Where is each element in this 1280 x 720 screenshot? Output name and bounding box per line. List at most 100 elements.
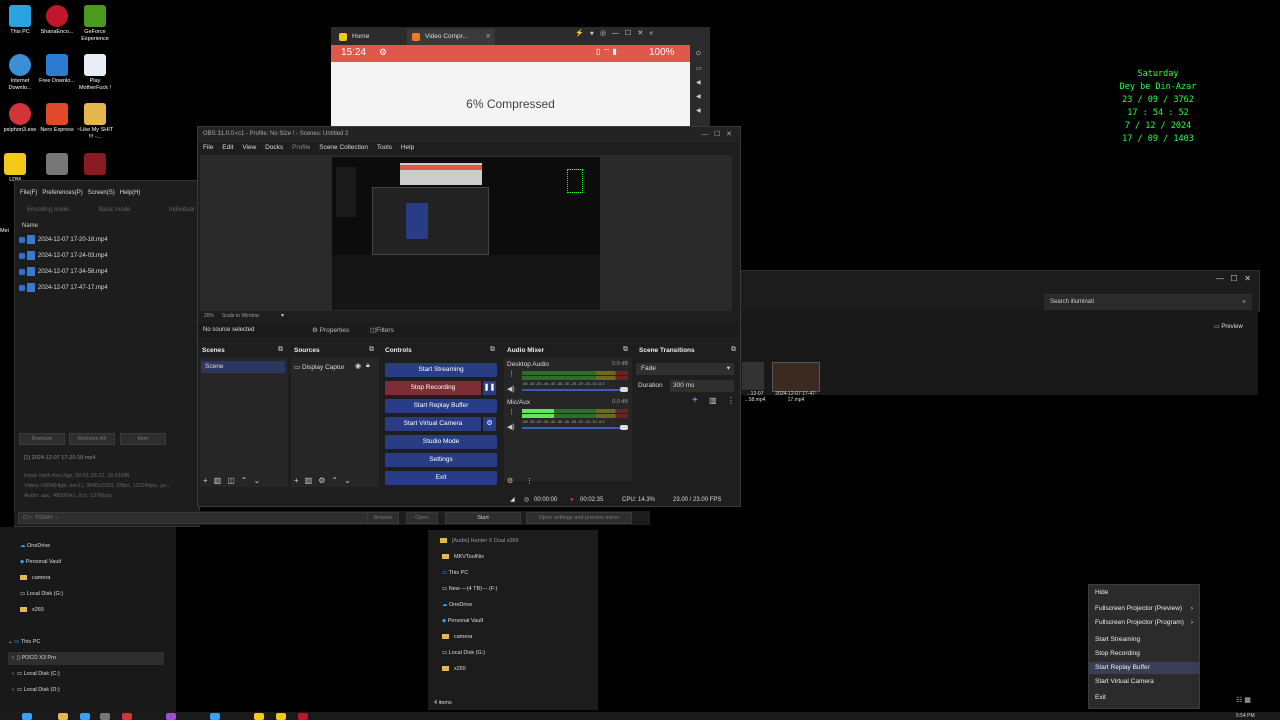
start-streaming-button[interactable]: Start Streaming <box>385 363 497 377</box>
video-thumbnail[interactable] <box>742 362 764 390</box>
desktop-icon-shanaencoder[interactable]: ShanaEnco... <box>37 5 77 36</box>
nav-item-x265[interactable]: x265 <box>20 607 44 613</box>
remove-all-button[interactable]: Remove All <box>69 433 115 445</box>
pause-icon[interactable]: ❚❚ <box>483 381 496 395</box>
menu-dots-icon[interactable]: ⋮ <box>508 408 515 416</box>
obs-preview[interactable] <box>200 155 732 311</box>
desktop-icon-app[interactable] <box>37 153 77 177</box>
menu-item-projector-preview[interactable]: Fullscreen Projector (Preview) › <box>1089 603 1199 615</box>
remove-button[interactable]: Remove <box>19 433 65 445</box>
undock-icon[interactable]: ⧉ <box>369 346 374 354</box>
close-icon[interactable]: ✕ <box>486 29 491 45</box>
mic-volume-slider[interactable] <box>522 427 628 429</box>
add-icon[interactable]: + <box>294 476 305 485</box>
menu-item-projector-program[interactable]: Fullscreen Projector (Program) › <box>1089 617 1199 629</box>
menu-item-start-virtual-camera[interactable]: Start Virtual Camera <box>1089 676 1199 688</box>
lock-icon[interactable]: 🔒︎ <box>366 362 370 370</box>
menu-help[interactable]: Help <box>401 144 414 151</box>
menu-dots-icon[interactable]: ⋮ <box>727 396 735 405</box>
menu-item-start-replay-buffer[interactable]: Start Replay Buffer <box>1089 662 1199 674</box>
nav-item[interactable]: ▭ This PC <box>442 570 468 576</box>
menu-preferences[interactable]: Preferences(P) <box>42 190 82 196</box>
app-icon[interactable] <box>298 713 308 720</box>
nav-item-local-g[interactable]: ▭ Local Disk (G:) <box>20 591 63 597</box>
nav-item-local-d[interactable]: › ▭ Local Disk (D:) <box>12 687 60 693</box>
open-settings-button[interactable]: Open settings and preview menu <box>526 512 632 524</box>
mixer-gear-icon[interactable]: ⚙ <box>507 477 513 485</box>
column-header-name[interactable]: Name <box>22 223 38 229</box>
app-icon[interactable] <box>276 713 286 720</box>
scene-item[interactable]: Scene <box>201 361 285 373</box>
undock-icon[interactable]: ⧉ <box>278 346 283 354</box>
menu-dots-icon[interactable]: ⋮ <box>508 370 515 378</box>
checkbox[interactable] <box>19 236 25 243</box>
desktop-icon-psiphon[interactable]: psiphon3.exe <box>0 103 40 134</box>
open-button[interactable]: Open <box>406 512 438 524</box>
gear-icon[interactable]: ⚙ <box>483 417 496 431</box>
file-row[interactable]: 2024-12-07 17-24-03.mp4 <box>19 251 108 260</box>
scale-mode-select[interactable]: Scale to Window <box>222 313 259 319</box>
preview-toggle[interactable]: ▭ Preview <box>1214 323 1243 330</box>
gear-icon[interactable]: ⚙ <box>318 476 331 485</box>
filter-icon[interactable]: ◫ <box>227 476 241 485</box>
source-toolbar-bottom[interactable]: +▥⚙⌃⌄ <box>294 476 357 485</box>
volume-icon[interactable]: ◀) <box>507 423 515 431</box>
nav-item[interactable]: ☁ OneDrive <box>442 602 472 608</box>
app-icon[interactable] <box>122 713 132 720</box>
volume-up-icon[interactable]: ◀ <box>696 79 704 86</box>
menu-screen[interactable]: Screen(S) <box>88 190 115 196</box>
properties-button[interactable]: ⚙ Properties <box>312 326 349 334</box>
desktop-icon-play[interactable]: Play MotherFuck ! <box>75 54 115 92</box>
filters-button[interactable]: ◫Filters <box>370 326 394 334</box>
nav-item-personal-vault[interactable]: ◆ Personal Vault <box>20 559 61 565</box>
volume-icon[interactable]: ◀) <box>507 385 515 393</box>
start-replay-buffer-button[interactable]: Start Replay Buffer <box>385 399 497 413</box>
file-row[interactable]: 2024-12-07 17-34-58.mp4 <box>19 267 108 276</box>
nav-item-poco[interactable]: › ▯ POCO X3 Pro <box>8 652 164 665</box>
menu-item-start-streaming[interactable]: Start Streaming <box>1089 634 1199 646</box>
transition-select[interactable]: Fade ▾ <box>636 363 734 375</box>
menu-item-stop-recording[interactable]: Stop Recording <box>1089 648 1199 660</box>
video-thumbnail[interactable] <box>772 362 820 392</box>
file-row[interactable]: 2024-12-07 17-20-18.mp4 <box>19 235 108 244</box>
app-icon[interactable] <box>166 713 176 720</box>
start-virtual-camera-button[interactable]: Start Virtual Camera <box>385 417 481 431</box>
desktop-icon-app2[interactable] <box>75 153 115 177</box>
checkbox[interactable] <box>19 252 25 259</box>
trash-icon[interactable]: ▥ <box>305 476 319 485</box>
scene-toolbar[interactable]: +▥◫⌃⌄ <box>203 476 266 485</box>
window-controls[interactable]: — ☐ ✕ <box>701 127 732 142</box>
desktop-icon-idm[interactable]: Internet Downlo... <box>0 54 40 92</box>
nav-item[interactable]: ▭ New ---(4 TB)--- (F:) <box>442 586 498 592</box>
exit-button[interactable]: Exit <box>385 471 497 485</box>
arrow-down-icon[interactable]: ⌄ <box>254 476 267 485</box>
source-item[interactable]: ▭ Display Captur <box>294 363 345 371</box>
menu-item-hide[interactable]: Hide <box>1089 587 1199 599</box>
undock-icon[interactable]: ⧉ <box>623 346 628 354</box>
desktop-icon-nero[interactable]: Nero Express <box>37 103 77 134</box>
trash-icon[interactable]: ▥ <box>214 476 228 485</box>
browse-button[interactable]: Browse <box>367 512 399 524</box>
explorer-icon[interactable] <box>58 713 68 720</box>
desktop-icon-geforce[interactable]: GeForce Experience <box>75 5 115 43</box>
tab-video-compressor[interactable]: Video Compr... ✕ <box>407 29 495 45</box>
nav-item-onedrive[interactable]: ☁ OneDrive <box>20 543 50 549</box>
nav-item[interactable]: ▭ Local Disk (G:) <box>442 650 485 656</box>
menu-profile[interactable]: Profile <box>292 144 310 151</box>
start-button[interactable]: Start <box>445 512 521 524</box>
undock-icon[interactable]: ⧉ <box>490 346 495 354</box>
basic-mode-tab[interactable]: Basic mode <box>99 207 130 213</box>
menu-edit[interactable]: Edit <box>222 144 233 151</box>
menu-help[interactable]: Help(H) <box>120 190 141 196</box>
item-button[interactable]: Item <box>120 433 166 445</box>
slider-handle[interactable] <box>620 425 628 430</box>
menu-file[interactable]: File <box>203 144 213 151</box>
arrow-up-icon[interactable]: ⌃ <box>331 476 344 485</box>
settings-button[interactable]: Settings <box>385 453 497 467</box>
eye-icon[interactable]: ◉ <box>355 362 361 370</box>
individual-mode-tab[interactable]: Individual <box>169 207 194 213</box>
desktop-icon-folder[interactable]: ~Like My SHIT !!! -... <box>75 103 115 141</box>
nav-item-camera[interactable]: camera <box>20 575 50 581</box>
menu-scene-collection[interactable]: Scene Collection <box>319 144 368 151</box>
output-path-field[interactable]: C:\~ TODAY ~ <box>18 512 369 524</box>
